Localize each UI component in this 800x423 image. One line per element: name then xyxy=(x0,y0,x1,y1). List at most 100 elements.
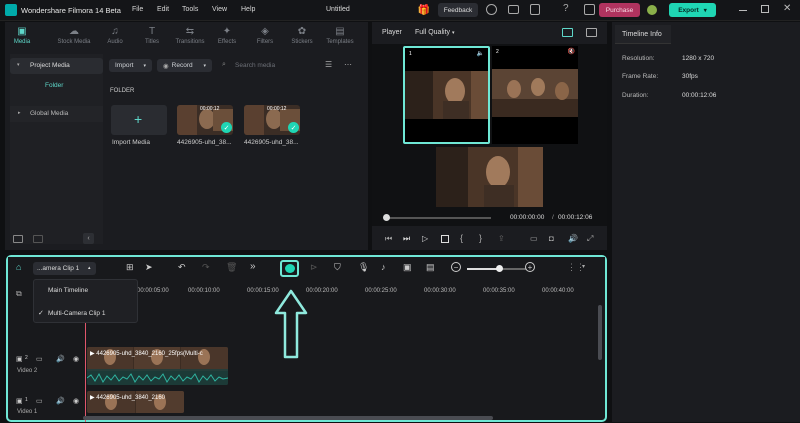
home-icon[interactable]: ⌂ xyxy=(16,262,21,272)
close-icon[interactable]: ✕ xyxy=(783,3,791,14)
redo-icon[interactable]: ↷ xyxy=(202,262,210,273)
grid-apps-icon[interactable] xyxy=(584,4,595,15)
export-button[interactable]: Export ▾ xyxy=(669,3,716,17)
folder-icon[interactable]: ▭ xyxy=(36,355,43,363)
menu-file[interactable]: File xyxy=(132,6,143,13)
camera-angle-2[interactable]: 2 🔇 xyxy=(492,46,578,144)
zoom-in-icon[interactable]: + xyxy=(525,262,535,272)
zoom-out-icon[interactable]: − xyxy=(451,262,461,272)
account-icon[interactable] xyxy=(486,4,497,15)
timeline-clip-video-1[interactable]: ▶ 4426905-uhd_3840_2160 xyxy=(87,391,184,413)
camera-icon[interactable]: ◘ xyxy=(549,234,554,243)
chevron-down-icon[interactable]: ▾ xyxy=(582,263,585,270)
microphone-icon[interactable]: 🎙 xyxy=(358,262,369,273)
play-icon[interactable]: ▷ xyxy=(422,234,428,243)
quality-select[interactable]: Full Quality ▾ xyxy=(415,29,454,36)
fullscreen-icon[interactable]: ⤢ xyxy=(587,234,593,244)
help-icon[interactable]: ? xyxy=(563,3,569,14)
audio-toggle-icon[interactable]: 🔊 xyxy=(56,355,65,363)
voice-icon[interactable]: ♪ xyxy=(381,262,386,272)
import-button[interactable]: Import ▾ xyxy=(109,59,152,72)
vertical-scrollbar[interactable] xyxy=(598,305,602,360)
mark-in-icon[interactable]: { xyxy=(460,233,463,243)
multicam-switch-button[interactable] xyxy=(280,260,299,277)
menu-edit[interactable]: Edit xyxy=(157,6,169,13)
video-track-icon: ▣ xyxy=(16,398,23,405)
prev-frame-icon[interactable]: ⏮ xyxy=(385,234,392,244)
tab-label: Stickers xyxy=(291,39,313,45)
timeline-ruler[interactable]: 00:00:05:00 00:00:10:00 00:00:15:00 00:0… xyxy=(83,287,603,301)
sidebar-item-project-media[interactable]: ▾ Project Media xyxy=(10,58,103,74)
add-track-icon[interactable]: ⧉ xyxy=(16,289,22,299)
search-input[interactable]: ⌕ Search media xyxy=(219,59,319,72)
new-folder-icon[interactable] xyxy=(13,235,23,243)
audio-toggle-icon[interactable]: 🔊 xyxy=(56,397,65,405)
player-tab[interactable]: Player xyxy=(382,29,402,36)
tab-templates[interactable]: ▤ Templates xyxy=(323,26,357,52)
check-icon: ✓ xyxy=(288,122,299,133)
stop-icon[interactable] xyxy=(441,235,449,243)
avatar[interactable] xyxy=(647,5,657,15)
more-icon[interactable]: ⋯ xyxy=(344,60,352,69)
mark-out-icon[interactable]: } xyxy=(479,233,482,243)
export-frame-icon[interactable]: ⇪ xyxy=(498,234,505,243)
effects-icon: ✦ xyxy=(222,26,232,37)
tab-effects[interactable]: ✦ Effects xyxy=(210,26,244,52)
timeline-clip-video-2[interactable]: ▶ 4426905-uhd_3840_2160_25fps(Multi-c xyxy=(87,347,228,385)
horizontal-scrollbar[interactable] xyxy=(83,416,493,420)
download-icon[interactable] xyxy=(530,4,540,15)
tab-titles[interactable]: T Titles xyxy=(135,26,169,52)
visibility-icon[interactable]: ◉ xyxy=(73,355,79,363)
tab-stickers[interactable]: ✿ Stickers xyxy=(285,26,319,52)
folder-icon[interactable]: ▭ xyxy=(36,397,43,405)
multicam-layout-icon[interactable] xyxy=(562,28,573,37)
collapse-sidebar-icon[interactable]: ‹ xyxy=(83,233,94,244)
screen-record-icon[interactable]: ▣ xyxy=(403,262,412,273)
feedback-button[interactable]: Feedback xyxy=(438,3,478,17)
zoom-slider-handle[interactable] xyxy=(496,265,504,272)
tab-audio[interactable]: ♫ Audio xyxy=(98,26,132,52)
media-clip-thumbnail-1[interactable]: 00:00:12 ✓ xyxy=(177,105,233,135)
volume-icon[interactable]: 🔊 xyxy=(568,234,578,243)
menu-view[interactable]: View xyxy=(212,6,227,13)
import-media-tile[interactable]: + xyxy=(111,105,167,135)
more-tools-icon[interactable]: » xyxy=(250,261,256,272)
menu-help[interactable]: Help xyxy=(241,6,255,13)
sidebar-item-folder[interactable]: Folder xyxy=(45,82,63,89)
playhead-handle[interactable] xyxy=(383,214,390,221)
tab-timeline-info[interactable]: Timeline Info xyxy=(615,25,671,44)
shield-icon[interactable]: ⛉ xyxy=(334,262,341,273)
undo-icon[interactable]: ↶ xyxy=(178,262,186,273)
subtitle-icon[interactable]: ▤ xyxy=(426,262,435,273)
filter-sort-icon[interactable]: ☰ xyxy=(325,60,332,69)
camera-angle-1[interactable]: 1 🔈 xyxy=(403,46,490,144)
sidebar-item-global-media[interactable]: ▸ Global Media xyxy=(10,106,103,122)
select-tool-icon[interactable]: ➤ xyxy=(145,262,153,273)
play-circle-icon[interactable]: ⊳ xyxy=(310,262,318,273)
snapshot-icon[interactable] xyxy=(586,28,597,37)
delete-icon[interactable]: 🗑 xyxy=(226,262,237,273)
gift-icon[interactable]: 🎁 xyxy=(418,4,430,16)
playback-progress-track[interactable] xyxy=(386,217,491,219)
menu-item-multi-camera-clip[interactable]: ✓ Multi-Camera Clip 1 xyxy=(34,306,137,321)
step-play-icon[interactable]: ⏭ xyxy=(403,234,410,244)
maximize-icon[interactable] xyxy=(761,5,769,13)
tab-transitions[interactable]: ⇆ Transitions xyxy=(173,26,207,52)
layout-grid-icon[interactable]: ⊞ xyxy=(126,262,134,273)
display-icon[interactable]: ▭ xyxy=(530,234,538,243)
purchase-button[interactable]: Purchase xyxy=(599,3,640,17)
track-header-video-1: ▣ 1 ▭ 🔊 ◉ Video 1 xyxy=(13,395,83,421)
check-icon: ✓ xyxy=(221,122,232,133)
visibility-icon[interactable]: ◉ xyxy=(73,397,79,405)
minimize-icon[interactable] xyxy=(739,10,747,11)
record-button[interactable]: ◉ Record ▾ xyxy=(157,59,212,72)
menu-tools[interactable]: Tools xyxy=(182,6,198,13)
cloud-storage-icon[interactable] xyxy=(508,5,519,14)
clip-selector-dropdown[interactable]: ...amera Clip 1 ▴ xyxy=(33,262,96,275)
media-clip-thumbnail-2[interactable]: 00:00:12 ✓ xyxy=(244,105,300,135)
menu-item-main-timeline[interactable]: Main Timeline xyxy=(34,283,137,298)
tab-stock-media[interactable]: ☁ Stock Media xyxy=(57,26,91,52)
tab-filters[interactable]: ◈ Filters xyxy=(248,26,282,52)
tab-media[interactable]: ▣ Media xyxy=(5,26,39,52)
folder-icon[interactable] xyxy=(33,235,43,243)
